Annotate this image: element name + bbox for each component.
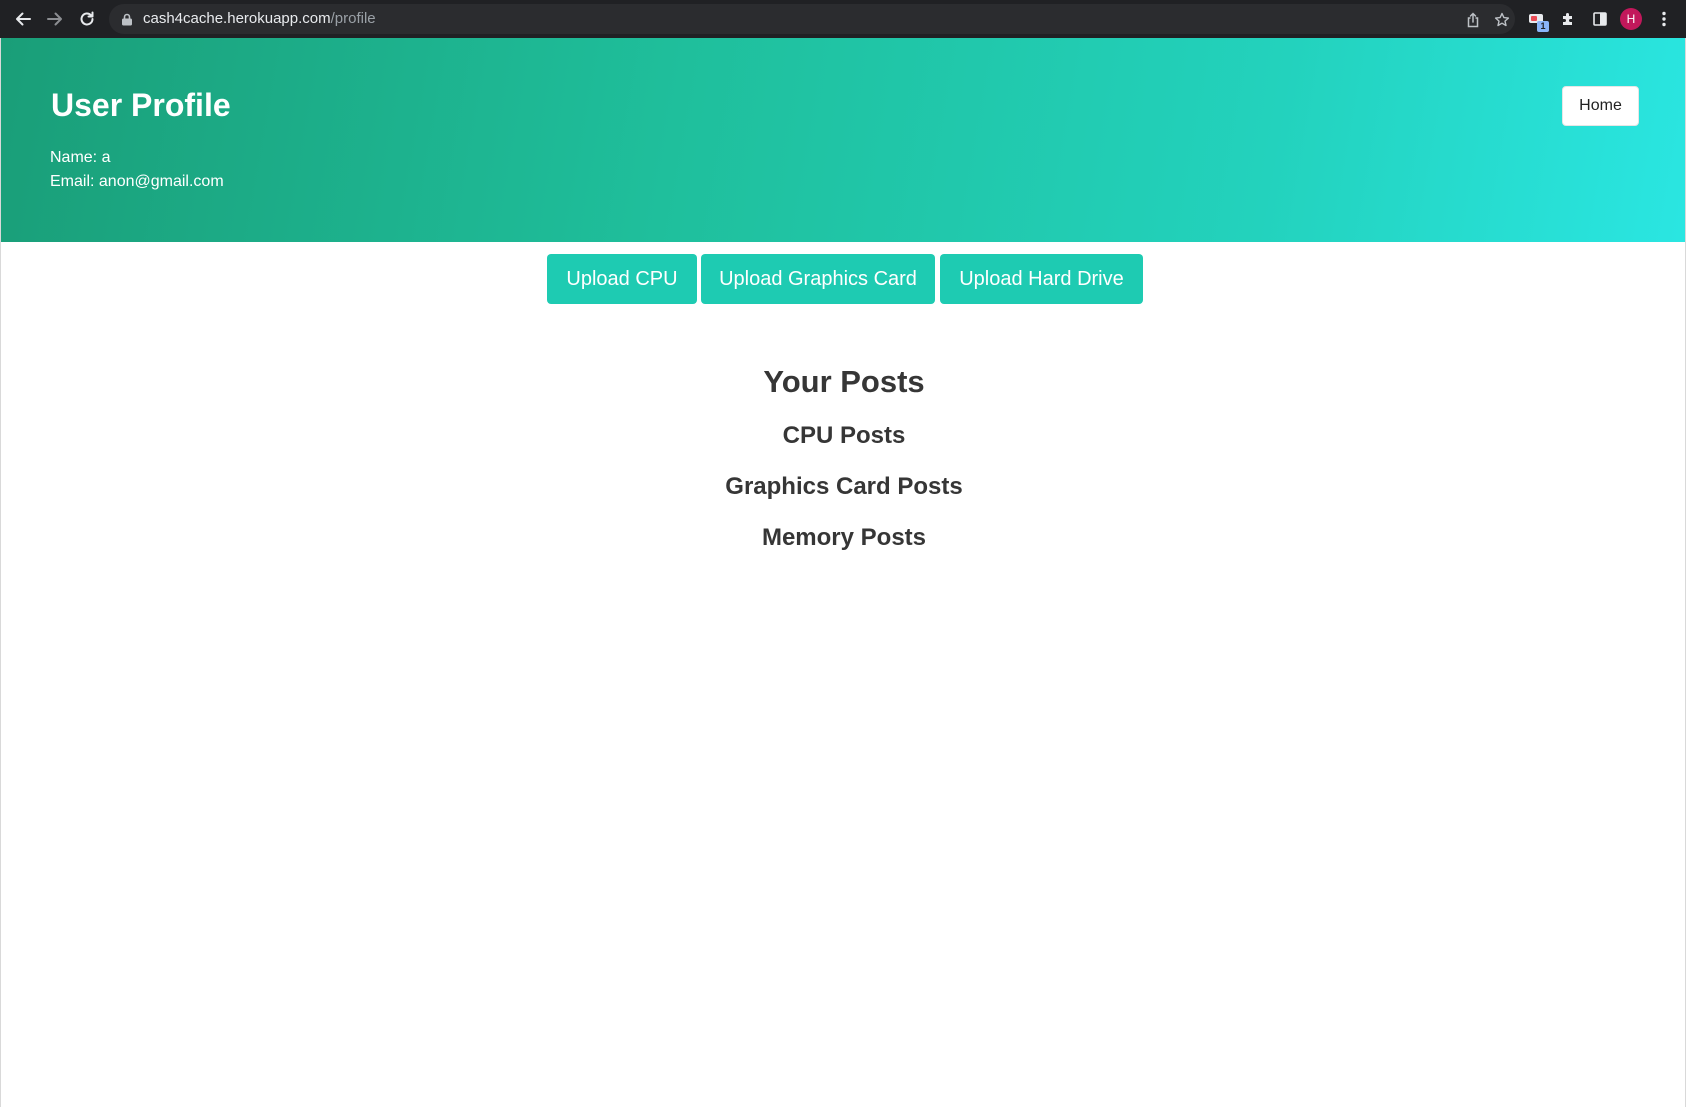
url-path: /profile (330, 10, 376, 27)
user-email: Email: anon@gmail.com (50, 173, 224, 190)
bookmark-star-icon[interactable] (1493, 11, 1511, 29)
side-panel-icon[interactable] (1589, 8, 1611, 30)
lock-icon[interactable] (121, 13, 133, 26)
back-arrow-icon[interactable] (11, 7, 35, 31)
puzzle-extensions-icon[interactable] (1557, 8, 1579, 30)
profile-avatar[interactable]: H (1620, 8, 1642, 30)
upload-cpu-button[interactable]: Upload CPU (547, 254, 697, 304)
page-title: User Profile (51, 87, 231, 123)
address-bar[interactable]: cash4cache.herokuapp.com/profile (109, 4, 1515, 34)
upload-actions: Upload CPU Upload Graphics Card Upload H… (1, 254, 1685, 304)
forward-arrow-icon[interactable] (43, 7, 67, 31)
user-name: Name: a (50, 149, 111, 166)
url-host: cash4cache.herokuapp.com (143, 10, 331, 27)
more-menu-icon[interactable] (1653, 8, 1675, 30)
home-button[interactable]: Home (1562, 86, 1639, 126)
profile-header: User Profile Name: a Email: anon@gmail.c… (1, 38, 1685, 242)
graphics-card-posts-heading: Graphics Card Posts (725, 473, 963, 500)
your-posts-heading: Your Posts (763, 364, 925, 399)
reload-icon[interactable] (75, 7, 99, 31)
extension-badge: 1 (1537, 21, 1549, 32)
browser-toolbar: cash4cache.herokuapp.com/profile 1 H (0, 0, 1686, 38)
cpu-posts-heading: CPU Posts (782, 422, 906, 449)
url-text[interactable]: cash4cache.herokuapp.com/profile (143, 10, 376, 28)
page-viewport: User Profile Name: a Email: anon@gmail.c… (0, 38, 1686, 1107)
upload-hard-drive-button[interactable]: Upload Hard Drive (940, 254, 1143, 304)
upload-graphics-card-button[interactable]: Upload Graphics Card (701, 254, 935, 304)
memory-posts-heading: Memory Posts (761, 524, 927, 551)
share-icon[interactable] (1464, 11, 1482, 29)
